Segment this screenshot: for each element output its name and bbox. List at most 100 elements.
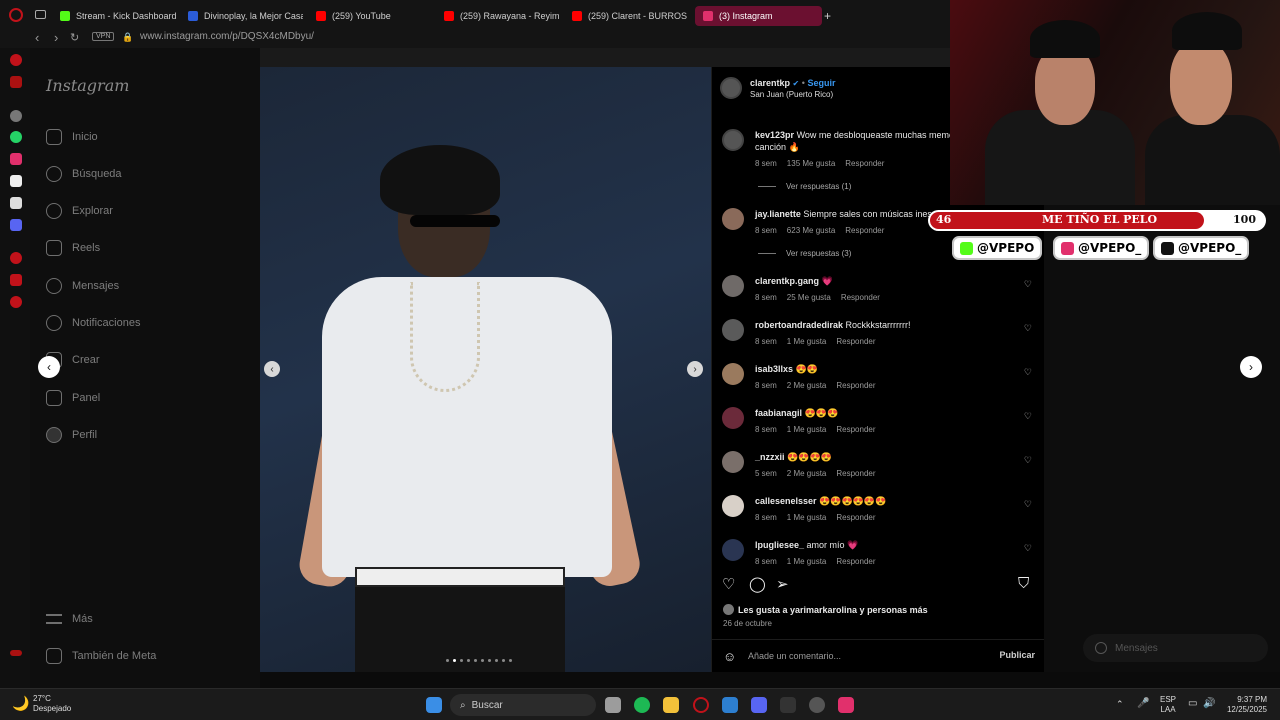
history-icon[interactable] [10,54,22,66]
tiktok-live-icon[interactable] [838,697,854,713]
commenter-avatar[interactable] [722,319,744,341]
extensions-icon[interactable] [10,76,22,88]
windows-start-icon[interactable] [426,697,442,713]
weather-widget[interactable]: 27°C Despejado [33,694,71,714]
network-icon[interactable]: ▭ [1188,698,1197,709]
sidebar-item-meta[interactable]: También de Meta [46,646,156,666]
new-tab-button[interactable]: + [824,6,836,26]
commenter-avatar[interactable] [722,363,744,385]
next-post-button[interactable]: › [1240,356,1262,378]
carousel-next-button[interactable]: › [687,361,703,377]
publish-button[interactable]: Publicar [999,650,1035,660]
opera-logo-icon[interactable] [9,8,23,22]
url-field[interactable]: www.instagram.com/p/DQSX4cMDbyu/ [140,31,314,42]
sidebar-item-notificaciones[interactable]: Notificaciones [46,313,140,333]
taskbar-search[interactable]: ⌕ Buscar [450,694,596,716]
reply-button[interactable]: Responder [836,468,875,480]
save-bookmark-icon[interactable]: ⛉ [1018,575,1029,592]
commenter-avatar[interactable] [722,495,744,517]
commenter-avatar[interactable] [722,407,744,429]
x-icon[interactable] [10,197,22,209]
weather-icon[interactable]: 🌙 [12,695,29,712]
reply-button[interactable]: Responder [845,225,884,237]
reply-button[interactable]: Responder [836,556,875,568]
author-avatar[interactable] [720,77,742,99]
comment-likes[interactable]: 25 Me gusta [787,292,831,304]
view-replies-button[interactable]: Ver respuestas (1) [758,182,851,191]
spotify-icon[interactable] [634,697,650,713]
sidebar-item-mas[interactable]: Más [46,609,93,629]
gx-icon[interactable] [10,650,22,656]
reply-button[interactable]: Responder [836,380,875,392]
obs-icon[interactable] [809,697,825,713]
post-location[interactable]: San Juan (Puerto Rico) [750,90,835,99]
view-replies-button[interactable]: Ver respuestas (3) [758,249,851,258]
file-explorer-icon[interactable] [663,697,679,713]
comment-likes[interactable]: 2 Me gusta [787,380,827,392]
follow-button[interactable]: Seguir [807,78,835,88]
comment-username[interactable]: jay.lianette [755,209,801,219]
reply-button[interactable]: Responder [836,512,875,524]
comment-username[interactable]: kev123pr [755,130,794,140]
sidebar-item-reels[interactable]: Reels [46,238,100,258]
comment-likes[interactable]: 1 Me gusta [787,556,827,568]
like-comment-heart-icon[interactable]: ♡ [1024,367,1032,378]
settings-icon[interactable] [10,296,22,308]
opera-gx-icon[interactable] [693,697,709,713]
comment-username[interactable]: faabianagil [755,408,802,418]
author-username[interactable]: clarentkp [750,78,790,88]
commenter-avatar[interactable] [722,539,744,561]
sidebar-item-explorar[interactable]: Explorar [46,201,113,221]
comment-username[interactable]: lpugliesee_ [755,540,804,550]
sidebar-item-mensajes[interactable]: Mensajes [46,276,119,296]
commenter-avatar[interactable] [722,129,744,151]
comment-username[interactable]: _nzzxii [755,452,785,462]
app-icon[interactable] [722,697,738,713]
tiktok-icon[interactable] [10,175,22,187]
commenter-avatar[interactable] [722,275,744,297]
tray-chevron-icon[interactable]: ⌃ [1116,699,1124,710]
instagram-logo[interactable]: Instagram [46,76,129,95]
back-arrow-icon[interactable]: ‹ [35,30,39,45]
emoji-picker-icon[interactable]: ☺ [723,649,736,664]
reply-button[interactable]: Responder [845,158,884,170]
reload-icon[interactable]: ↻ [70,31,79,44]
reply-button[interactable]: Responder [841,292,880,304]
microphone-icon[interactable]: 🎤 [1137,698,1149,709]
tab-kick-dashboard[interactable]: Stream - Kick Dashboard [60,6,180,26]
reply-button[interactable]: Responder [836,336,875,348]
vpn-badge[interactable]: VPN [92,32,115,41]
tab-instagram[interactable]: (3) Instagram [695,6,822,26]
previous-post-button[interactable]: ‹ [38,356,60,378]
comment-likes[interactable]: 1 Me gusta [787,336,827,348]
tab-switcher-icon[interactable] [35,10,46,19]
like-comment-heart-icon[interactable]: ♡ [1024,323,1032,334]
comment-likes[interactable]: 2 Me gusta [787,468,827,480]
forward-arrow-icon[interactable]: › [54,30,58,45]
whatsapp-icon[interactable] [10,131,22,143]
post-date[interactable]: 26 de octubre [723,619,772,628]
like-comment-heart-icon[interactable]: ♡ [1024,499,1032,510]
discord-icon[interactable] [751,697,767,713]
clock-icon[interactable] [10,252,22,264]
app-icon[interactable] [780,697,796,713]
reply-button[interactable]: Responder [836,424,875,436]
like-comment-heart-icon[interactable]: ♡ [1024,411,1032,422]
sidebar-item-inicio[interactable]: Inicio [46,127,98,147]
carousel-prev-button[interactable]: ‹ [264,361,280,377]
comment-likes[interactable]: 1 Me gusta [787,512,827,524]
clock[interactable]: 9:37 PM 12/25/2025 [1223,695,1267,715]
tab-divinoplay[interactable]: Divinoplay, la Mejor Casa [188,6,303,26]
share-paper-plane-icon[interactable]: ➢ [776,575,789,593]
floating-messages-button[interactable]: Mensajes [1083,634,1268,662]
comment-input[interactable] [748,648,968,664]
tab-youtube-clarent[interactable]: (259) Clarent - BURROS [572,6,687,26]
comment-likes[interactable]: 1 Me gusta [787,424,827,436]
volume-icon[interactable]: 🔊 [1203,698,1215,709]
task-view-icon[interactable] [605,697,621,713]
post-photo[interactable]: ‹ › [260,67,711,672]
music-icon[interactable] [10,274,22,286]
commenter-avatar[interactable] [722,451,744,473]
sidebar-item-busqueda[interactable]: Búsqueda [46,164,122,184]
sidebar-item-perfil[interactable]: Perfil [46,425,97,445]
